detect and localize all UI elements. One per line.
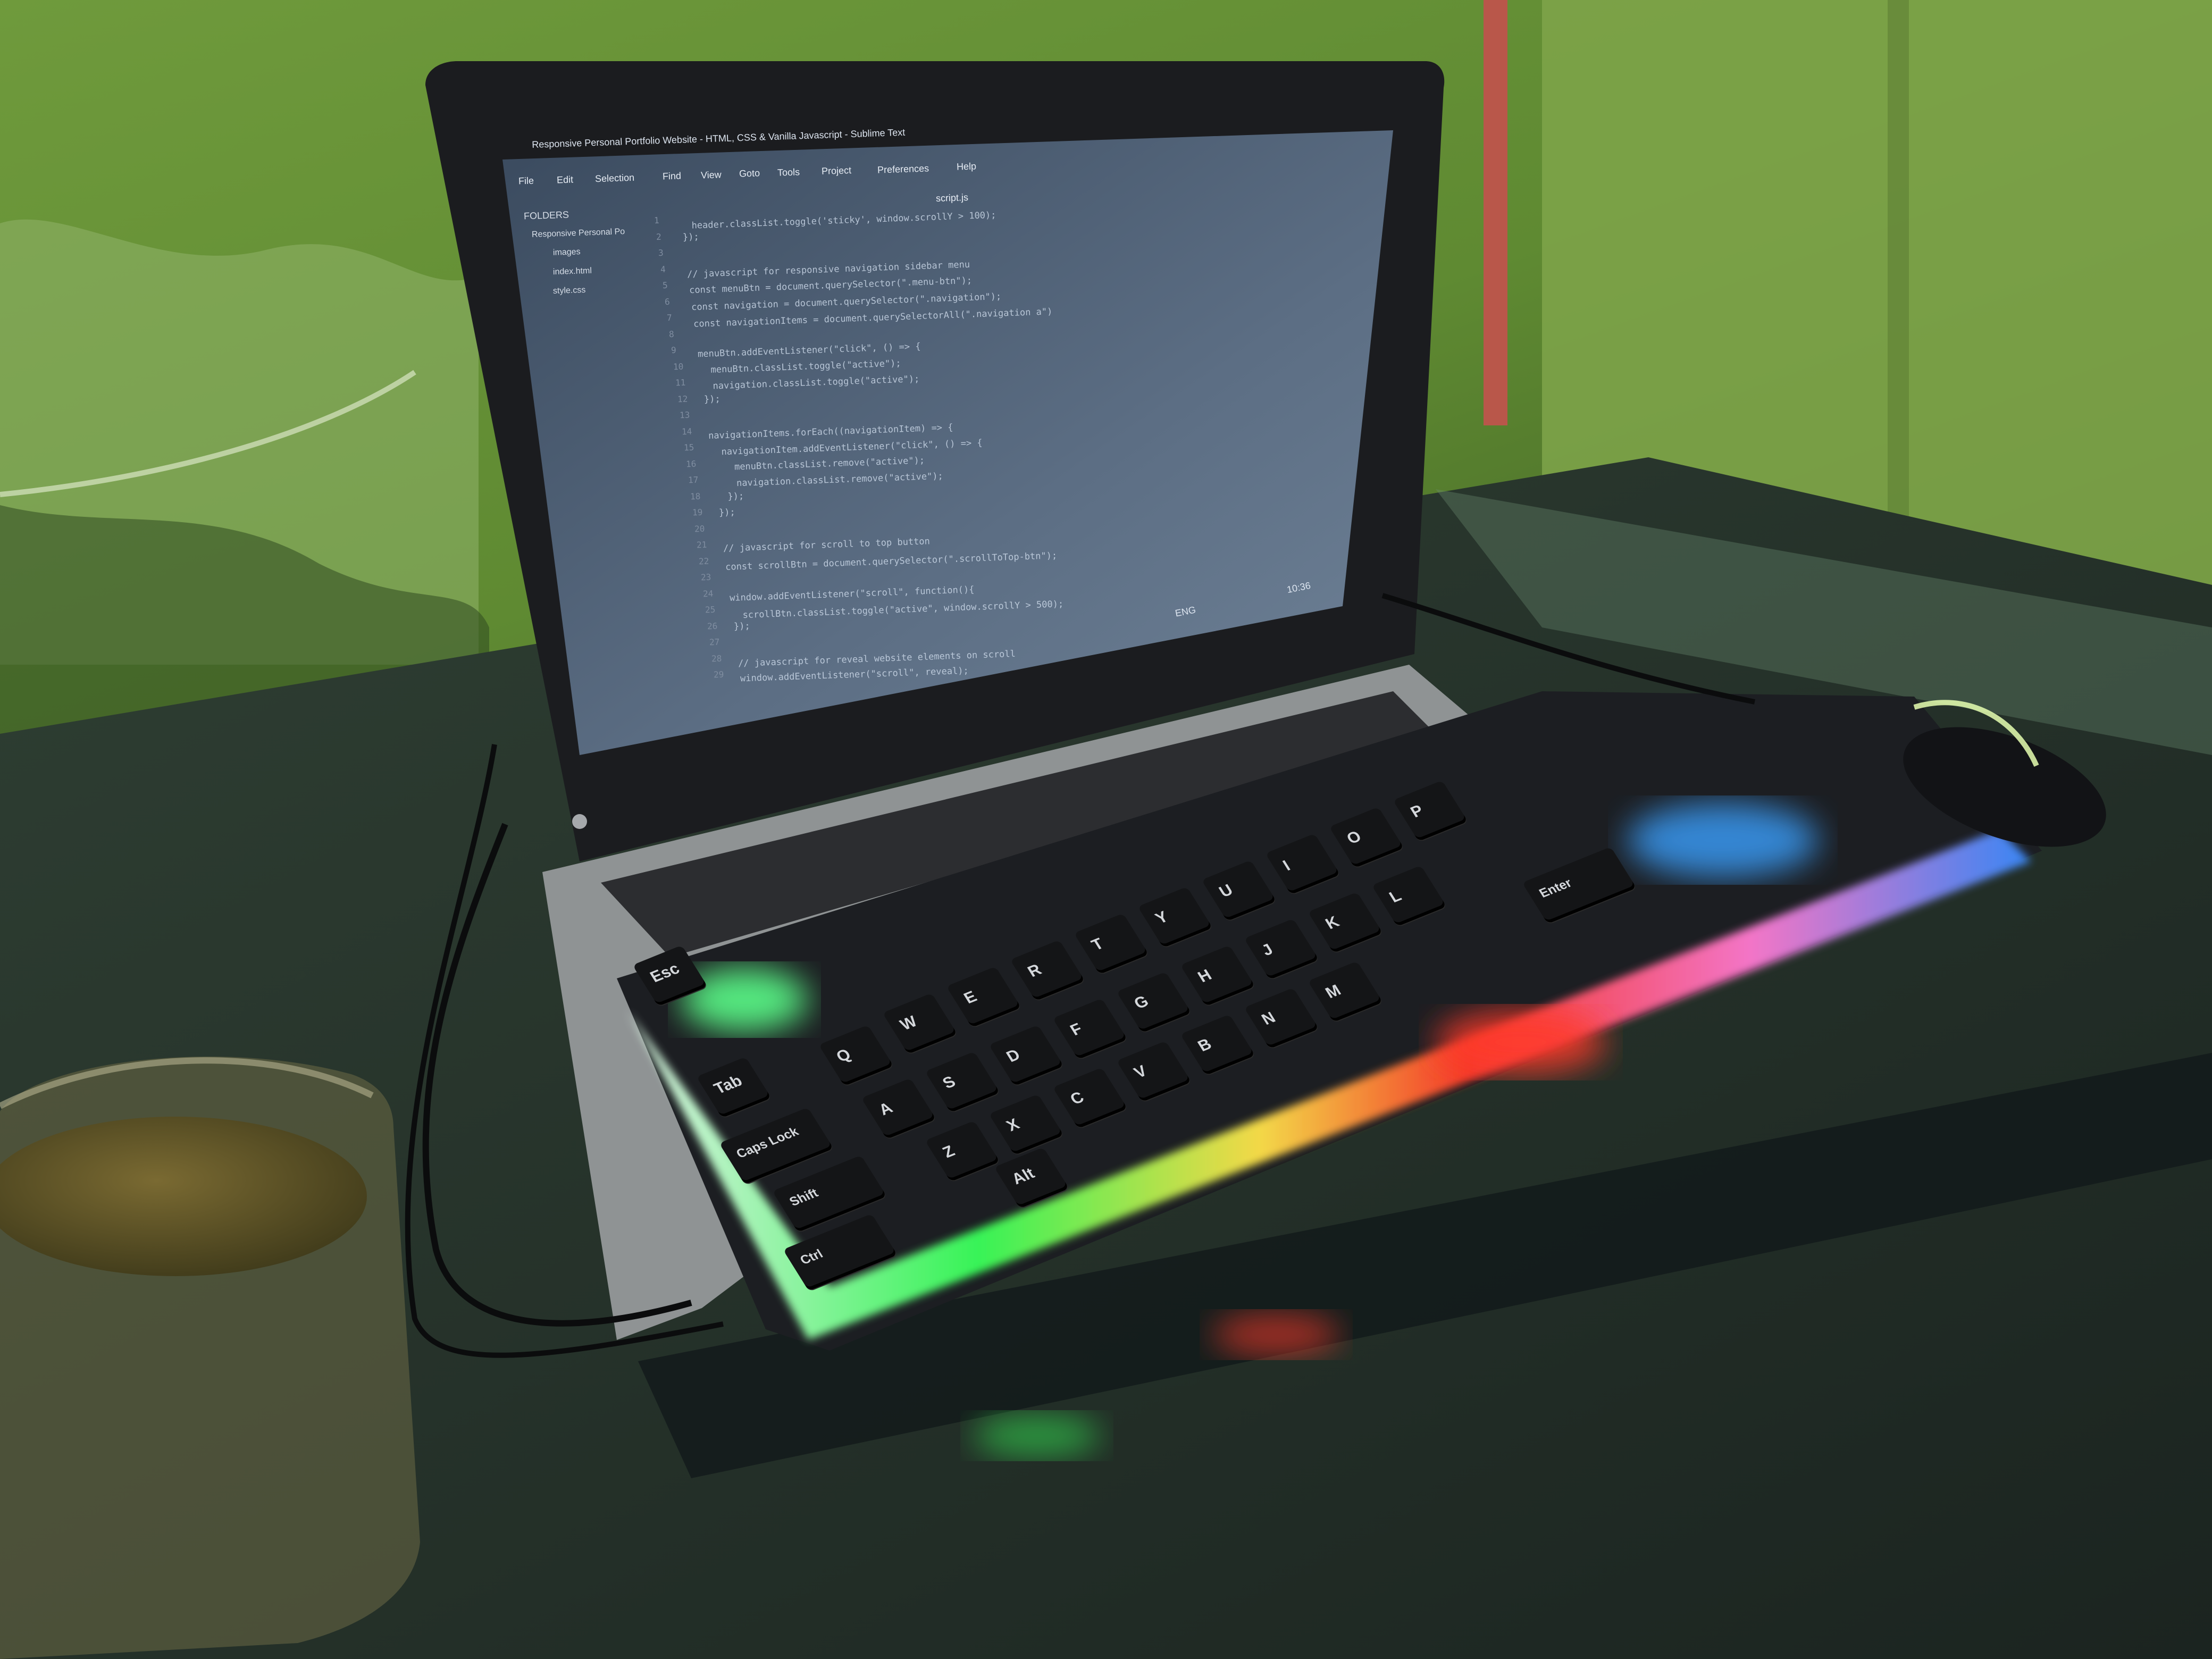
curtain-fold bbox=[1888, 0, 1909, 585]
green-glow bbox=[681, 968, 808, 1032]
laptop-power-led bbox=[572, 814, 587, 829]
table-green-reflection bbox=[973, 1414, 1101, 1457]
red-glow bbox=[1436, 1010, 1606, 1074]
photo-scene bbox=[0, 0, 2212, 1659]
red-pipe bbox=[1484, 0, 1507, 425]
jar-drink bbox=[0, 1117, 367, 1276]
blue-glow bbox=[1627, 803, 1819, 877]
table-red-reflection bbox=[1212, 1313, 1340, 1356]
